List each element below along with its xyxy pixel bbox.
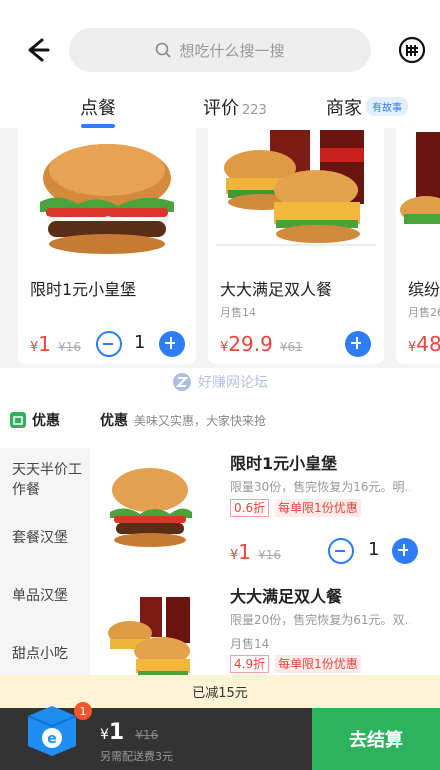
limit-tag: 每单限1份优惠 [275, 499, 361, 517]
card-title: 限时1元小皇堡 [30, 280, 137, 299]
discount-tag: 0.6折 [230, 499, 270, 517]
combo-meal-image [108, 597, 190, 675]
sidebar-item[interactable]: 天天半价工作餐 [0, 460, 90, 500]
section-title: 优惠 [100, 413, 128, 429]
promo-tags: 4.9折 每单限1份优惠 [230, 655, 361, 673]
shopping-bag-icon[interactable]: e [22, 700, 80, 758]
original-price: ¥61 [279, 340, 303, 354]
tab-order[interactable]: 点餐 [80, 94, 116, 120]
tab-merchant[interactable]: 商家 有故事 [326, 94, 408, 120]
discount-icon [10, 412, 26, 428]
category-label: 优惠 [32, 413, 60, 429]
featured-carousel[interactable]: 限时1元小皇堡 ¥1 ¥16 1 大大满足双人餐 月售14 ¥29.9 ¥61 … [0, 128, 440, 368]
category-sidebar: 天天半价工作餐 套餐汉堡 单品汉堡 甜点小吃 [0, 448, 90, 678]
card-price: ¥1 ¥16 [30, 332, 81, 356]
quantity: 1 [368, 539, 380, 560]
tab-label: 商家 [326, 98, 362, 119]
category-label: 天天半价工作餐 [12, 462, 82, 498]
review-count: 223 [242, 103, 267, 118]
card-title: 大大满足双人餐 [220, 280, 333, 299]
featured-card[interactable]: 限时1元小皇堡 ¥1 ¥16 1 [18, 128, 196, 364]
card-price: ¥48 [408, 332, 440, 356]
cart-count-badge: 1 [74, 702, 92, 720]
tab-label: 评价 [203, 98, 239, 119]
story-badge: 有故事 [366, 97, 408, 116]
search-icon [156, 42, 172, 58]
original-price: ¥16 [58, 340, 82, 354]
section-subtitle: 美味又实惠，大家快来抢 [134, 414, 267, 428]
checkout-button[interactable]: 去结算 [312, 708, 440, 770]
original-price: ¥16 [258, 548, 282, 562]
decrease-button[interactable] [328, 538, 354, 564]
top-bar: 想吃什么搜一搜 [0, 0, 440, 90]
item-title: 限时1元小皇堡 [230, 454, 338, 473]
quantity: 1 [134, 332, 146, 353]
sidebar-item[interactable]: 套餐汉堡 [0, 528, 90, 548]
featured-card[interactable]: 缤纷 月售26 ¥48 [396, 128, 440, 364]
watermark-text: 好赚网论坛 [198, 375, 268, 391]
cart-total: ¥1 ¥16 [100, 720, 158, 745]
currency-symbol: ¥ [100, 727, 109, 743]
watermark-logo-icon [173, 373, 191, 391]
delivery-fee: 另需配送费3元 [100, 750, 173, 763]
sidebar-item[interactable]: 单品汉堡 [0, 586, 90, 606]
tab-label: 点餐 [80, 98, 116, 119]
monthly-sales: 月售14 [230, 637, 270, 651]
burger-image [110, 468, 192, 547]
limit-tag: 每单限1份优惠 [275, 655, 361, 673]
cart-bar[interactable]: e 1 ¥1 ¥16 另需配送费3元 [0, 702, 312, 770]
menu-item[interactable]: 大大满足双人餐 限量20份，售完恢复为61元。双... 月售14 4.9折 每单… [90, 583, 440, 675]
card-title: 缤纷 [408, 280, 440, 299]
sidebar-item[interactable]: 甜点小吃 [0, 644, 90, 664]
sidebar-selected-category[interactable]: 优惠 [10, 410, 60, 430]
monthly-sales: 月售14 [220, 306, 256, 319]
combo-meal-image [400, 132, 440, 224]
section-header: 优惠 美味又实惠，大家快来抢 [100, 410, 266, 430]
promo-tags: 0.6折 每单限1份优惠 [230, 499, 361, 517]
add-button[interactable] [345, 331, 371, 357]
add-button[interactable] [159, 331, 185, 357]
category-label: 套餐汉堡 [12, 530, 68, 546]
menu-item[interactable]: 限时1元小皇堡 限量30份，售完恢复为16元。明... 0.6折 每单限1份优惠… [90, 450, 440, 575]
cart-total-value: 1 [108, 720, 125, 745]
watermark: 好赚网论坛 [172, 372, 268, 392]
item-price: ¥1 ¥16 [230, 540, 281, 564]
tab-bar: 点餐 评价 223 商家 有故事 [0, 90, 440, 128]
search-placeholder: 想吃什么搜一搜 [179, 41, 285, 60]
monthly-sales: 月售26 [408, 306, 440, 319]
item-description: 限量30份，售完恢复为16元。明... [230, 480, 410, 494]
item-description: 限量20份，售完恢复为61元。双... [230, 613, 410, 627]
featured-card[interactable]: 大大满足双人餐 月售14 ¥29.9 ¥61 [208, 128, 384, 364]
group-order-icon[interactable] [398, 36, 426, 64]
add-button[interactable] [392, 538, 418, 564]
category-label: 单品汉堡 [12, 588, 68, 604]
burger-image [40, 144, 174, 254]
tab-reviews[interactable]: 评价 223 [203, 94, 267, 120]
category-label: 甜点小吃 [12, 646, 68, 662]
item-title: 大大满足双人餐 [230, 587, 343, 606]
price-value: 1 [38, 332, 52, 356]
price-value: 48 [416, 332, 440, 356]
card-price: ¥29.9 ¥61 [220, 332, 303, 356]
price-value: 29.9 [228, 332, 273, 356]
checkout-label: 去结算 [349, 730, 403, 751]
discount-text: 已减15元 [192, 686, 248, 701]
decrease-button[interactable] [96, 331, 122, 357]
price-value: 1 [238, 540, 252, 564]
combo-meal-image [216, 130, 376, 246]
back-arrow-icon[interactable] [20, 34, 52, 66]
svg-text:e: e [47, 731, 57, 747]
cart-original-price: ¥16 [135, 728, 159, 742]
discount-tag: 4.9折 [230, 655, 270, 673]
search-box[interactable]: 想吃什么搜一搜 [69, 28, 371, 72]
